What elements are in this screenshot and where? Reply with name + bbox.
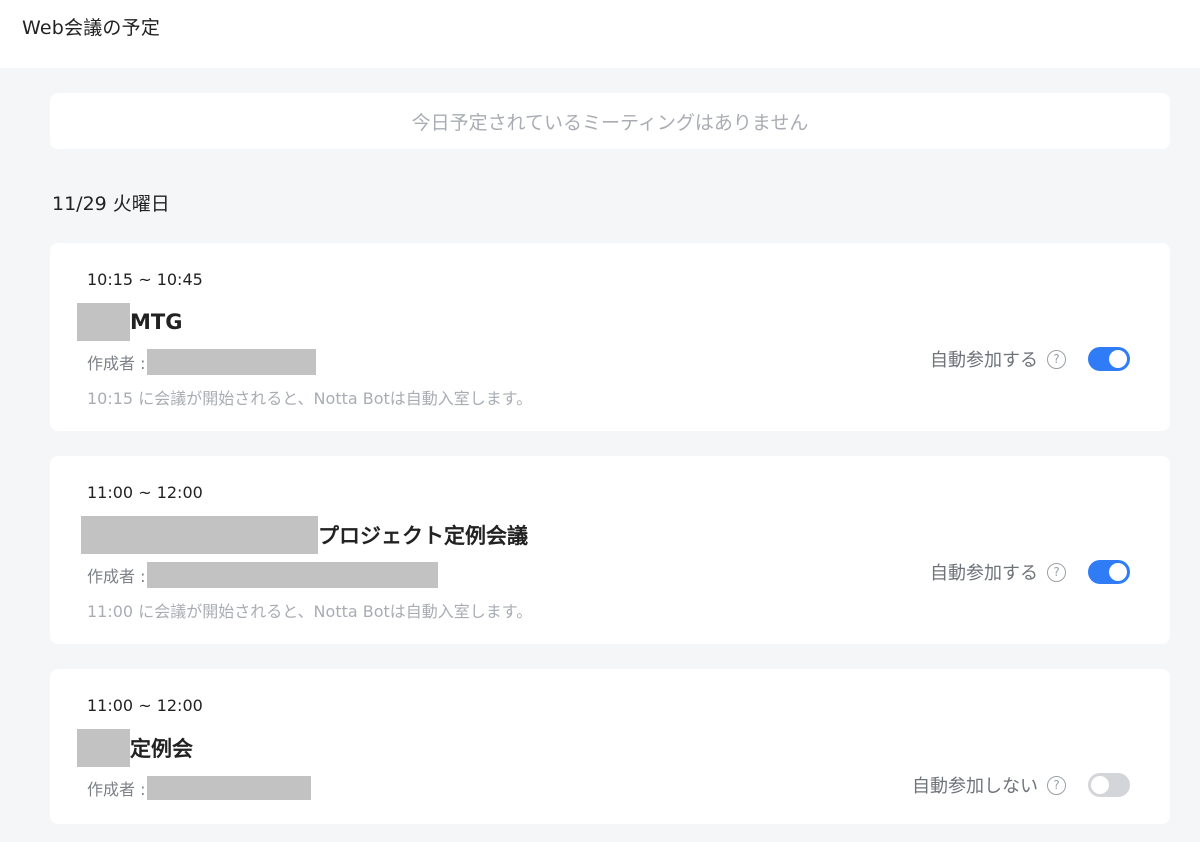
auto-join-notice: 10:15 に会議が開始されると、Notta Botは自動入室します。 <box>87 389 533 408</box>
auto-join-control: 自動参加しない ? <box>912 772 1130 798</box>
meeting-title-text: プロジェクト定例会議 <box>318 524 528 548</box>
redacted-block <box>77 729 130 767</box>
toggle-knob <box>1109 563 1127 581</box>
creator-row: 作成者 : <box>87 349 317 375</box>
no-meetings-today-banner: 今日予定されているミーティングはありません <box>50 93 1170 149</box>
creator-label: 作成者 : <box>87 354 146 373</box>
creator-row: 作成者 : <box>87 562 439 588</box>
auto-join-control: 自動参加する ? <box>930 559 1130 585</box>
auto-join-label: 自動参加する <box>930 350 1038 371</box>
auto-join-label: 自動参加する <box>930 563 1038 584</box>
meeting-card: 11:00 ~ 12:00 定例会 作成者 : 自動参加しない ? <box>50 669 1170 824</box>
date-header: 11/29 火曜日 <box>52 193 170 215</box>
meeting-card: 11:00 ~ 12:00 プロジェクト定例会議 作成者 : 11:00 に会議… <box>50 456 1170 644</box>
redacted-block <box>81 516 318 554</box>
header-bar: Web会議の予定 <box>0 0 1200 68</box>
meeting-time: 11:00 ~ 12:00 <box>87 696 203 715</box>
auto-join-notice: 11:00 に会議が開始されると、Notta Botは自動入室します。 <box>87 602 533 621</box>
meeting-time: 10:15 ~ 10:45 <box>87 270 203 289</box>
meeting-time: 11:00 ~ 12:00 <box>87 483 203 502</box>
redacted-creator <box>147 562 439 588</box>
creator-label: 作成者 : <box>87 780 146 799</box>
redacted-creator <box>147 349 317 375</box>
meeting-title: MTG <box>77 303 182 341</box>
redacted-block <box>77 303 130 341</box>
auto-join-toggle[interactable] <box>1088 347 1130 371</box>
meeting-title: プロジェクト定例会議 <box>77 516 528 554</box>
help-icon[interactable]: ? <box>1047 775 1066 795</box>
creator-row: 作成者 : <box>87 775 312 801</box>
auto-join-label: 自動参加しない <box>912 776 1038 797</box>
auto-join-control: 自動参加する ? <box>930 346 1130 372</box>
meeting-card: 10:15 ~ 10:45 MTG 作成者 : 10:15 に会議が開始されると… <box>50 243 1170 431</box>
meeting-title-text: 定例会 <box>130 737 193 761</box>
toggle-knob <box>1109 350 1127 368</box>
creator-label: 作成者 : <box>87 567 146 586</box>
auto-join-toggle[interactable] <box>1088 560 1130 584</box>
help-icon[interactable]: ? <box>1047 562 1066 582</box>
page-title: Web会議の予定 <box>22 17 161 39</box>
meeting-title-text: MTG <box>130 310 183 334</box>
toggle-knob <box>1091 776 1109 794</box>
help-icon[interactable]: ? <box>1047 349 1066 369</box>
auto-join-toggle[interactable] <box>1088 773 1130 797</box>
redacted-creator <box>147 776 312 800</box>
meeting-title: 定例会 <box>77 729 193 767</box>
